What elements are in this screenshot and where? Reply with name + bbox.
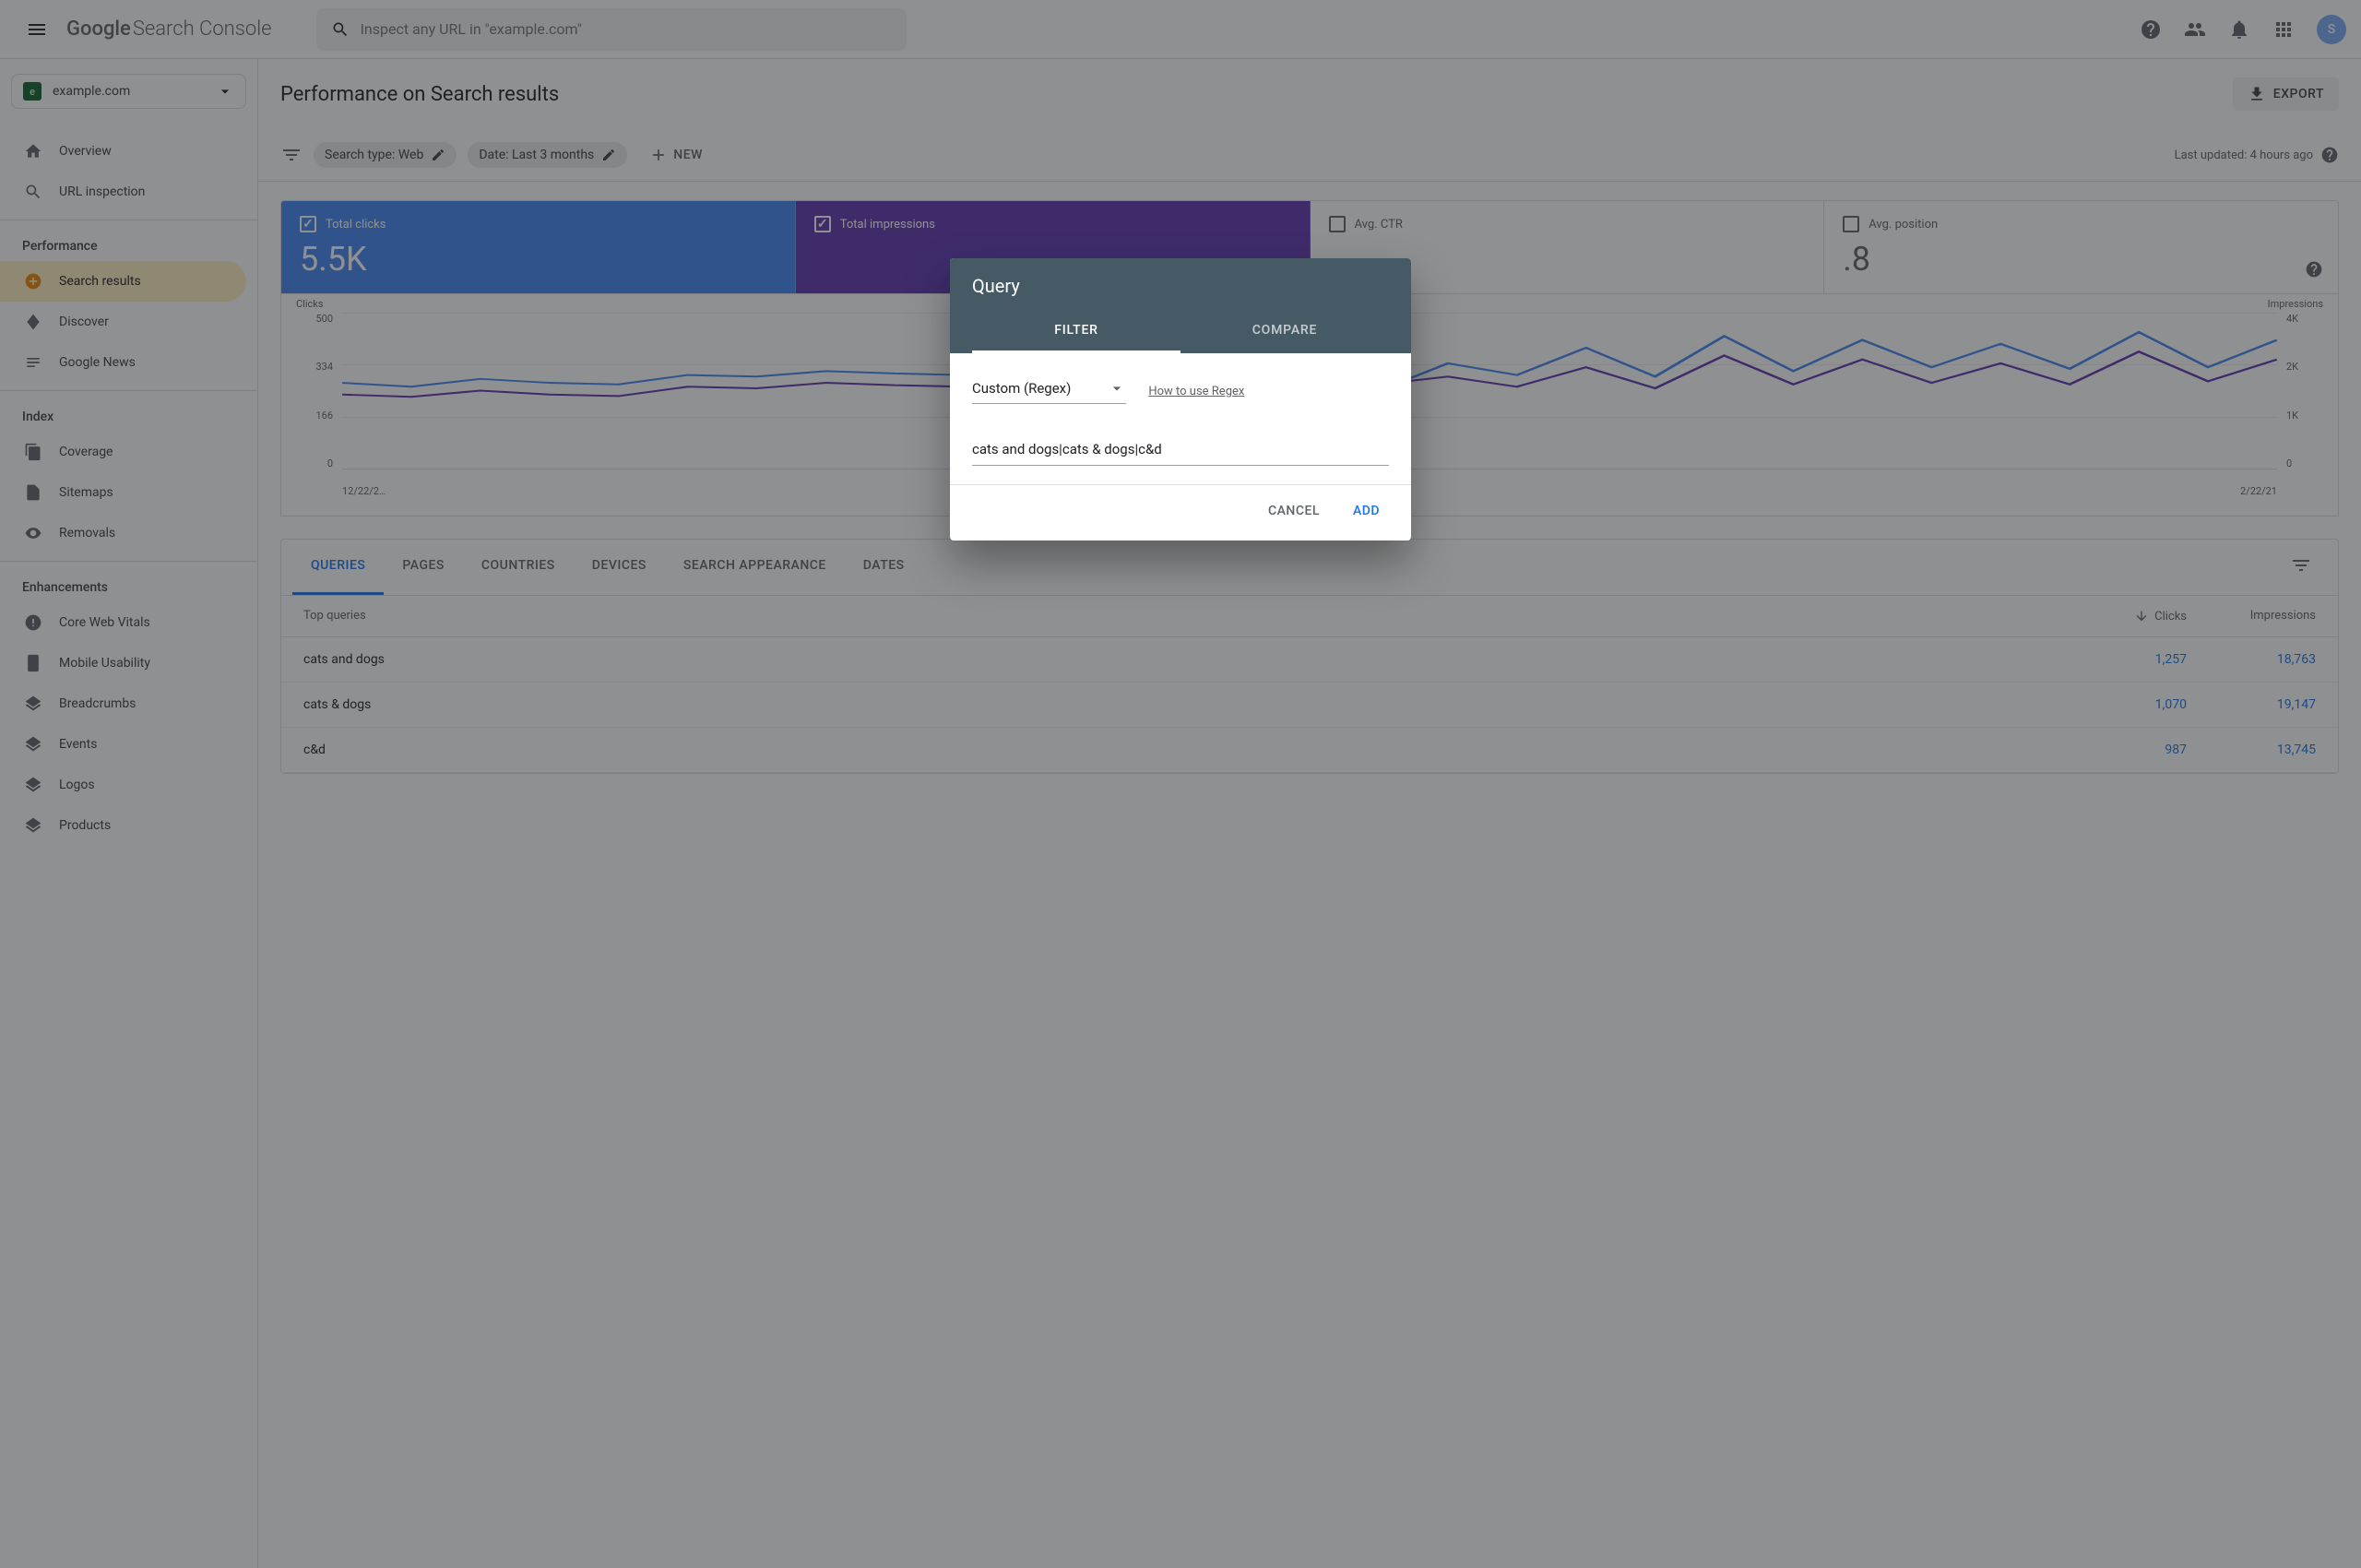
modal-title: Query <box>972 275 1389 310</box>
regex-help-link[interactable]: How to use Regex <box>1148 385 1244 398</box>
modal-scrim[interactable] <box>0 0 2361 1568</box>
filter-type-select[interactable]: Custom (Regex) <box>972 379 1126 404</box>
chevron-down-icon <box>1108 379 1126 398</box>
modal-tab-compare[interactable]: COMPARE <box>1180 310 1389 353</box>
cancel-button[interactable]: CANCEL <box>1255 496 1333 526</box>
query-filter-modal: Query FILTER COMPARE Custom (Regex) How … <box>950 258 1411 540</box>
regex-input[interactable] <box>972 434 1389 466</box>
add-button[interactable]: ADD <box>1340 496 1393 526</box>
modal-tab-filter[interactable]: FILTER <box>972 310 1180 353</box>
